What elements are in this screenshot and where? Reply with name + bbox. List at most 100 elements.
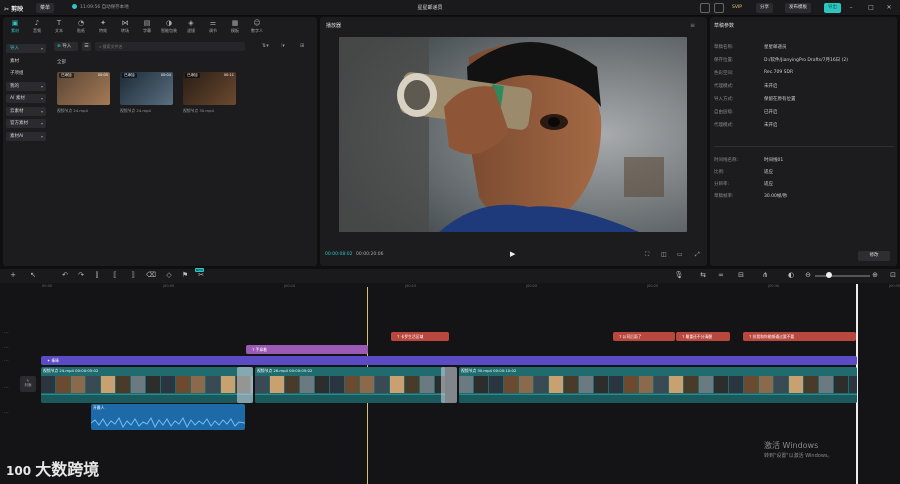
marker-icon[interactable]: ⚑	[180, 271, 190, 279]
delete-icon[interactable]: ⌫	[146, 271, 156, 279]
view-icon[interactable]: ⊞	[300, 43, 304, 49]
tab-text[interactable]: T 文本	[48, 18, 70, 38]
tab-effects[interactable]: ✦ 特效	[92, 18, 114, 38]
ratio-icon[interactable]: ▭	[677, 251, 683, 258]
preview-axis-icon[interactable]: ⋔	[760, 271, 770, 279]
video-clip[interactable]: 视频节点 24.mp4 00:00:05:02	[41, 367, 253, 403]
zoom-slider-handle[interactable]	[826, 272, 832, 278]
close-icon[interactable]: ✕	[884, 3, 894, 13]
prop-value: D:/软件/JianyingPro Drafts/7月16日 (2)	[764, 58, 848, 63]
tab-sticker-icon: ◔	[77, 19, 85, 27]
fit-icon[interactable]: ⊡	[888, 271, 898, 279]
video-frame	[489, 376, 503, 393]
tab-avatar[interactable]: ☺ 数字人	[246, 18, 268, 38]
freeze-icon[interactable]: ◇	[164, 271, 174, 279]
link-main-icon[interactable]: ⇆	[698, 271, 708, 279]
video-preview[interactable]	[339, 37, 687, 232]
effect-clip[interactable]: ✦ 棒棒	[41, 356, 857, 365]
quality-icon[interactable]: ◫	[661, 251, 667, 258]
tab-smart-pack[interactable]: ◑ 智能包装	[158, 18, 180, 38]
modify-button[interactable]: 修改	[858, 251, 890, 261]
import-button[interactable]: ⊕ 导入	[54, 42, 78, 51]
sidebar-item[interactable]: 导入 ▾	[6, 44, 46, 53]
media-item-24[interactable]: 已添加 00:05	[57, 72, 110, 105]
minimize-icon[interactable]: –	[846, 3, 856, 13]
video-frame	[849, 376, 857, 393]
player-menu-icon[interactable]: ≡	[690, 22, 695, 29]
split-right-icon[interactable]: ⟧	[128, 271, 138, 279]
tab-filters[interactable]: ◈ 滤镜	[180, 18, 202, 38]
add-icon[interactable]: +	[8, 271, 18, 279]
tab-audio[interactable]: ♪ 音频	[26, 18, 48, 38]
tab-templates[interactable]: ▦ 模板	[224, 18, 246, 38]
text-clip[interactable]: T 公司后面了	[613, 332, 675, 341]
sidebar-item[interactable]: 云素材 ▾	[6, 106, 46, 116]
menu-button[interactable]: 菜单	[36, 3, 55, 13]
mic-icon[interactable]: 🎙	[674, 271, 684, 279]
track-menu-icon[interactable]: ⋯	[4, 330, 9, 336]
transition-marker[interactable]	[441, 367, 457, 403]
text-clip[interactable]: T 最重还不分清醒	[676, 332, 730, 341]
transition-marker[interactable]	[237, 367, 253, 403]
zoom-fit-icon[interactable]: ⛶	[645, 251, 649, 259]
export-button[interactable]: 导出	[824, 3, 841, 13]
fullscreen-icon[interactable]: ⤢	[695, 251, 700, 259]
tab-transition[interactable]: ⋈ 转场	[114, 18, 136, 38]
track-menu-icon[interactable]: ⋯	[4, 410, 9, 416]
sidebar-item[interactable]: 素材	[6, 57, 46, 66]
tab-adjust[interactable]: ⚌ 调节	[202, 18, 224, 38]
tab-audio-label: 音频	[33, 28, 41, 33]
tab-captions[interactable]: ▤ 字幕	[136, 18, 158, 38]
added-badge: 已添加	[185, 73, 200, 78]
layout-icon[interactable]	[700, 3, 710, 13]
track-menu-icon[interactable]: ⋯	[4, 345, 9, 351]
video-frame	[41, 376, 55, 393]
sidebar-item[interactable]: 素材AI ▾	[6, 131, 46, 141]
video-frame	[101, 376, 115, 393]
media-item-30[interactable]: 已添加 00:11	[183, 72, 236, 105]
select-icon[interactable]: ↖	[28, 271, 38, 279]
video-clip[interactable]: 视频节点 26.mp4 00:00:05:02	[255, 367, 445, 403]
sidebar-item[interactable]: 我的 ▾	[6, 81, 46, 91]
ai-cut-icon[interactable]: ✂	[196, 271, 206, 279]
shortcut-icon[interactable]	[714, 3, 724, 13]
svip-badge[interactable]: SVIP	[728, 3, 746, 13]
video-frame	[729, 376, 743, 393]
zoom-plus-icon[interactable]: ⊕	[870, 271, 880, 279]
sidebar-item[interactable]: AI 素材 ▾	[6, 94, 46, 103]
maximize-icon[interactable]: □	[866, 3, 876, 13]
sidebar-item[interactable]: 子项组	[6, 69, 46, 78]
video-clip[interactable]: 视频节点 30.mp4 00:00:10:02	[459, 367, 857, 403]
tab-media[interactable]: ▣ 素材	[4, 18, 26, 38]
redo-icon[interactable]: ↷	[76, 271, 86, 279]
undo-icon[interactable]: ↶	[60, 271, 70, 279]
text-clip[interactable]: T 扶我和你能够通过要不要	[743, 332, 856, 341]
link-icon[interactable]: ∞	[716, 271, 726, 279]
chevron-down-icon: ▾	[40, 133, 43, 139]
tab-captions-icon: ▤	[143, 19, 151, 27]
audio-clip[interactable]: 开最人	[91, 404, 245, 430]
tab-sticker-label: 贴纸	[77, 28, 85, 33]
media-item-24b[interactable]: 已添加 00:04	[120, 72, 173, 105]
zoom-in-icon[interactable]: ⊖	[803, 271, 813, 279]
list-view-icon[interactable]: ☰	[82, 42, 91, 51]
sticker-clip[interactable]: T 手拿着	[246, 345, 368, 354]
play-icon[interactable]: ▶	[510, 250, 515, 258]
split-icon[interactable]: ⫿	[92, 271, 102, 280]
cover-button[interactable]: ✎ 封面	[20, 376, 36, 392]
filter-icon[interactable]: ⫶▾	[281, 43, 285, 49]
sidebar-item-label: 子项组	[10, 71, 24, 76]
zoom-slider[interactable]	[815, 275, 870, 277]
text-clip[interactable]: T 卡罗生活区域	[391, 332, 449, 341]
search-input[interactable]: ⌕ 搜索文件名	[95, 42, 245, 51]
sort-icon[interactable]: ⇅▾	[262, 43, 269, 49]
split-left-icon[interactable]: ⟦	[110, 271, 120, 279]
tab-sticker[interactable]: ◔ 贴纸	[70, 18, 92, 38]
publish-template-button[interactable]: 发布模板	[785, 3, 811, 13]
snap-icon[interactable]: ⊟	[736, 271, 746, 279]
track-menu-icon[interactable]: ⋯	[4, 358, 9, 364]
sidebar-item[interactable]: 官方素材 ▾	[6, 119, 46, 128]
track-menu-icon[interactable]: ⋯	[4, 385, 9, 391]
share-button[interactable]: 分享	[756, 3, 773, 13]
zoom-out-icon[interactable]: ◐	[786, 271, 796, 279]
